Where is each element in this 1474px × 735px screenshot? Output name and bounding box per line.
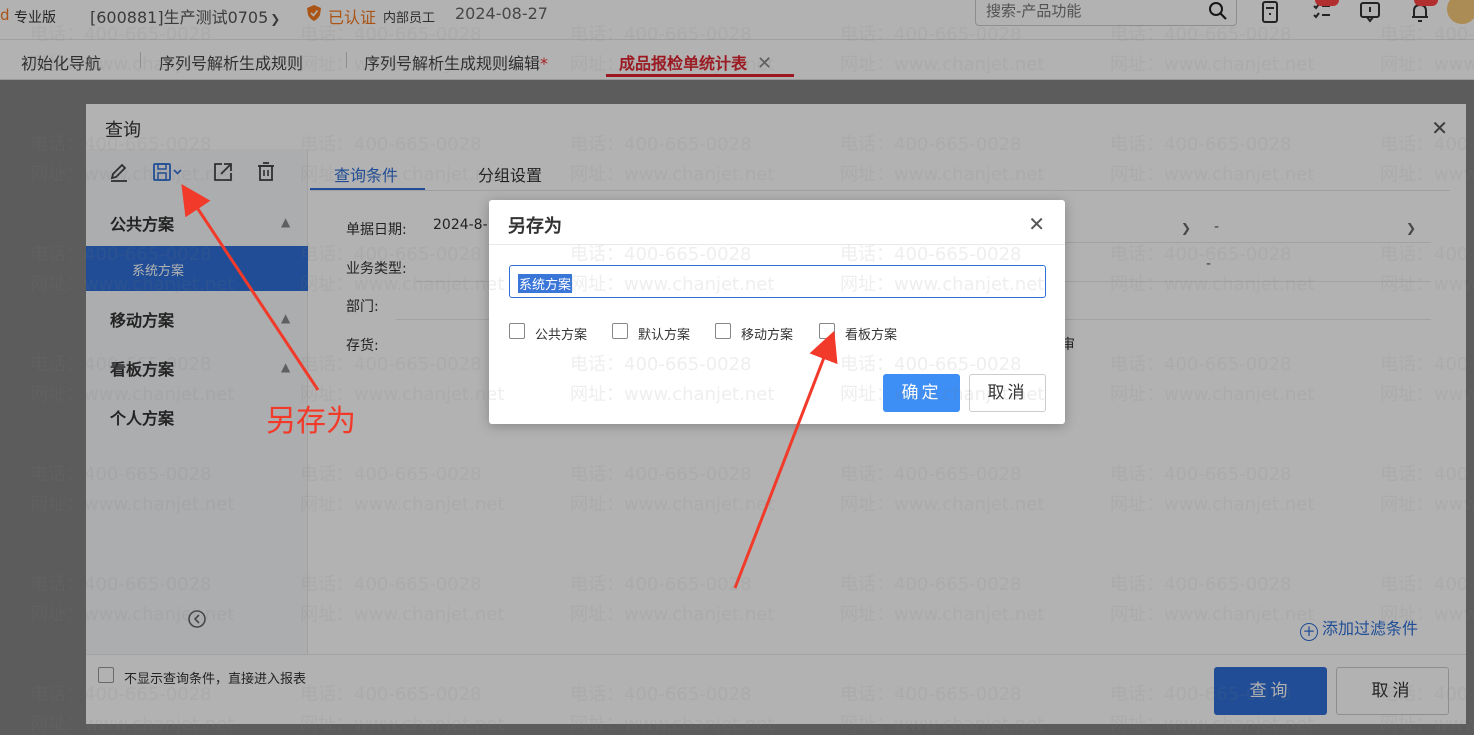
option-label: 默认方案 [638,328,691,343]
checkbox[interactable] [509,323,525,339]
scheme-name-value: 系统方案 [518,274,573,293]
checkbox[interactable] [715,323,731,339]
confirm-button[interactable]: 确定 [883,374,960,412]
scheme-name-input[interactable]: 系统方案 [509,265,1046,298]
title-divider [489,244,1065,245]
checkbox[interactable] [819,323,835,339]
checkbox[interactable] [612,323,628,339]
save-as-dialog: 另存为 ✕ 系统方案 公共方案 默认方案 移动方案 看板方案 确定 取消 [489,200,1065,424]
option-label: 移动方案 [741,328,794,343]
option-label: 看板方案 [845,328,898,343]
dialog-title: 另存为 [508,216,562,237]
annotation-label: 另存为 [266,404,356,439]
option-label: 公共方案 [535,328,588,343]
cancel-button[interactable]: 取消 [969,374,1046,412]
close-icon[interactable]: ✕ [1028,212,1045,236]
